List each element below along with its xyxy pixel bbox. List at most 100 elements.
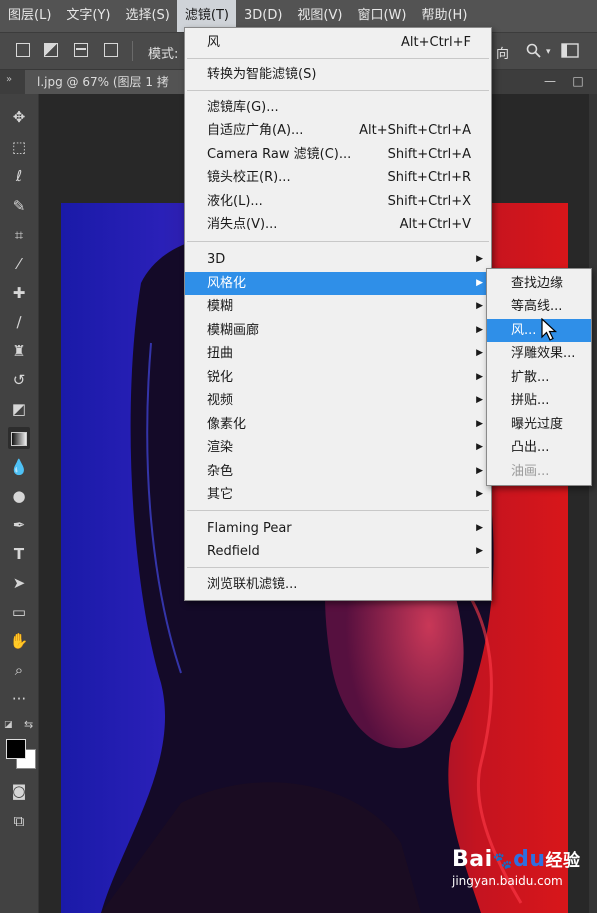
submenu-arrow-icon: ▶ [476, 372, 483, 382]
mouse-cursor-icon [541, 318, 558, 341]
submenu-item-solarize[interactable]: 曝光过度 [487, 413, 591, 436]
menu-item-3d[interactable]: 3D ▶ [185, 248, 491, 271]
watermark-logo: Bai🐾du经验 [452, 847, 581, 872]
menu-item-pixelate[interactable]: 像素化 ▶ [185, 413, 491, 436]
direction-label: 向 [496, 47, 510, 62]
search-icon[interactable] [526, 43, 542, 59]
options-divider [132, 41, 133, 61]
submenu-arrow-icon: ▶ [476, 419, 483, 429]
history-brush-tool-icon[interactable]: ↺ [8, 369, 30, 391]
default-colors-icon[interactable]: ◪ [4, 720, 13, 730]
submenu-item-diffuse[interactable]: 扩散... [487, 366, 591, 389]
submenu-item-wind[interactable]: 风... [487, 319, 591, 342]
menu-item-sharpen[interactable]: 锐化 ▶ [185, 366, 491, 389]
menu-item-last-filter[interactable]: 风 Alt+Ctrl+F [185, 31, 491, 54]
vertical-scrollbar[interactable] [589, 94, 597, 913]
dodge-tool-icon[interactable]: ● [8, 485, 30, 507]
submenu-item-find-edges[interactable]: 查找边缘 [487, 272, 591, 295]
minimize-icon[interactable]: — [542, 74, 558, 88]
foreground-color-swatch[interactable] [6, 739, 26, 759]
add-selection-icon[interactable] [44, 43, 58, 57]
menu-item-redfield[interactable]: Redfield ▶ [185, 540, 491, 563]
quick-mask-icon[interactable]: ◙ [8, 780, 30, 802]
submenu-item-contour[interactable]: 等高线... [487, 295, 591, 318]
path-select-tool-icon[interactable]: ➤ [8, 572, 30, 594]
submenu-arrow-icon: ▶ [476, 466, 483, 476]
type-tool-icon[interactable]: T [8, 543, 30, 565]
menu-separator [187, 90, 489, 91]
menu-item-filter-gallery[interactable]: 滤镜库(G)... [185, 96, 491, 119]
document-tab[interactable]: l.jpg @ 67% (图层 1 拷 [25, 70, 190, 94]
submenu-arrow-icon: ▶ [476, 254, 483, 264]
submenu-arrow-icon: ▶ [476, 442, 483, 452]
crop-tool-icon[interactable]: ⌗ [8, 224, 30, 246]
intersect-selection-icon[interactable] [104, 43, 118, 57]
new-selection-icon[interactable] [16, 43, 30, 57]
menu-item-stylize[interactable]: 风格化 ▶ [185, 272, 491, 295]
chevron-down-icon[interactable]: ▾ [546, 47, 551, 57]
menu-item-liquify[interactable]: 液化(L)... Shift+Ctrl+X [185, 190, 491, 213]
swap-colors-icon[interactable]: ⇆ [24, 718, 33, 731]
submenu-arrow-icon: ▶ [476, 523, 483, 533]
healing-brush-tool-icon[interactable]: ✚ [8, 282, 30, 304]
submenu-item-oil-paint: 油画... [511, 464, 550, 479]
blur-tool-icon[interactable]: 💧 [8, 456, 30, 478]
move-tool-icon[interactable]: ✥ [8, 106, 30, 128]
menu-item-blur[interactable]: 模糊 ▶ [185, 295, 491, 318]
hand-tool-icon[interactable]: ✋ [8, 630, 30, 652]
menu-separator [187, 510, 489, 511]
menu-item-camera-raw[interactable]: Camera Raw 滤镜(C)... Shift+Ctrl+A [185, 143, 491, 166]
menu-item-noise[interactable]: 杂色 ▶ [185, 460, 491, 483]
zoom-tool-icon[interactable]: ⌕ [8, 659, 30, 681]
menu-type[interactable]: 文字(Y) [58, 0, 117, 32]
brush-tool-icon[interactable]: ∕ [8, 311, 30, 333]
menu-item-vanishing-point[interactable]: 消失点(V)... Alt+Ctrl+V [185, 213, 491, 236]
mode-label: 模式: [148, 47, 179, 62]
filter-menu: 风 Alt+Ctrl+F 转换为智能滤镜(S) 滤镜库(G)... 自适应广角(A… [184, 27, 492, 601]
quick-select-tool-icon[interactable]: ✎ [8, 195, 30, 217]
menu-item-video[interactable]: 视频 ▶ [185, 389, 491, 412]
menu-item-other[interactable]: 其它 ▶ [185, 483, 491, 506]
menu-separator [187, 58, 489, 59]
clone-stamp-tool-icon[interactable]: ♜ [8, 340, 30, 362]
submenu-arrow-icon: ▶ [476, 348, 483, 358]
workspace-icon[interactable] [561, 43, 579, 58]
menu-item-blur-gallery[interactable]: 模糊画廊 ▶ [185, 319, 491, 342]
menu-item-lens-correction[interactable]: 镜头校正(R)... Shift+Ctrl+R [185, 166, 491, 189]
rectangle-tool-icon[interactable]: ▭ [8, 601, 30, 623]
tools-panel: ✥ ⬚ ℓ ✎ ⌗ ⁄ ✚ ∕ ♜ ↺ ◩ 💧 ● ✒ T ➤ ▭ ✋ ⌕ ··… [0, 94, 39, 913]
submenu-item-tiles[interactable]: 拼贴... [487, 389, 591, 412]
menu-select[interactable]: 选择(S) [117, 0, 176, 32]
submenu-item-emboss[interactable]: 浮雕效果... [487, 342, 591, 365]
menu-item-render[interactable]: 渲染 ▶ [185, 436, 491, 459]
watermark-url: jingyan.baidu.com [452, 874, 563, 888]
subtract-selection-icon[interactable] [74, 43, 88, 57]
menu-separator [187, 567, 489, 568]
marquee-tool-icon[interactable]: ⬚ [8, 136, 30, 158]
stylize-submenu: 查找边缘 等高线... 风... 浮雕效果... 扩散... 拼贴... 曝光过… [486, 268, 592, 486]
submenu-arrow-icon: ▶ [476, 301, 483, 311]
more-tools-icon[interactable]: ··· [8, 688, 30, 710]
menu-separator [187, 241, 489, 242]
menu-layer[interactable]: 图层(L) [0, 0, 58, 32]
eyedropper-tool-icon[interactable]: ⁄ [8, 253, 30, 275]
pen-tool-icon[interactable]: ✒ [8, 514, 30, 536]
menu-item-convert-smart-filter[interactable]: 转换为智能滤镜(S) [185, 63, 491, 86]
menu-item-flaming-pear[interactable]: Flaming Pear ▶ [185, 517, 491, 540]
submenu-arrow-icon: ▶ [476, 546, 483, 556]
eraser-tool-icon[interactable]: ◩ [8, 398, 30, 420]
submenu-arrow-icon: ▶ [476, 278, 483, 288]
screen-mode-icon[interactable]: ⧉ [8, 810, 30, 832]
maximize-icon[interactable]: □ [570, 74, 586, 88]
submenu-item-extrude[interactable]: 凸出... [487, 436, 591, 459]
menu-item-browse-online-filters[interactable]: 浏览联机滤镜... [185, 573, 491, 596]
submenu-arrow-icon: ▶ [476, 395, 483, 405]
submenu-arrow-icon: ▶ [476, 325, 483, 335]
submenu-arrow-icon: ▶ [476, 489, 483, 499]
baidu-jingyan-watermark: Bai🐾du经验 jingyan.baidu.com [452, 846, 581, 888]
lasso-tool-icon[interactable]: ℓ [8, 165, 30, 187]
collapse-panels-icon[interactable]: » [6, 74, 12, 85]
menu-item-distort[interactable]: 扭曲 ▶ [185, 342, 491, 365]
menu-item-adaptive-wide-angle[interactable]: 自适应广角(A)... Alt+Shift+Ctrl+A [185, 119, 491, 142]
gradient-tool-icon[interactable] [8, 427, 30, 449]
